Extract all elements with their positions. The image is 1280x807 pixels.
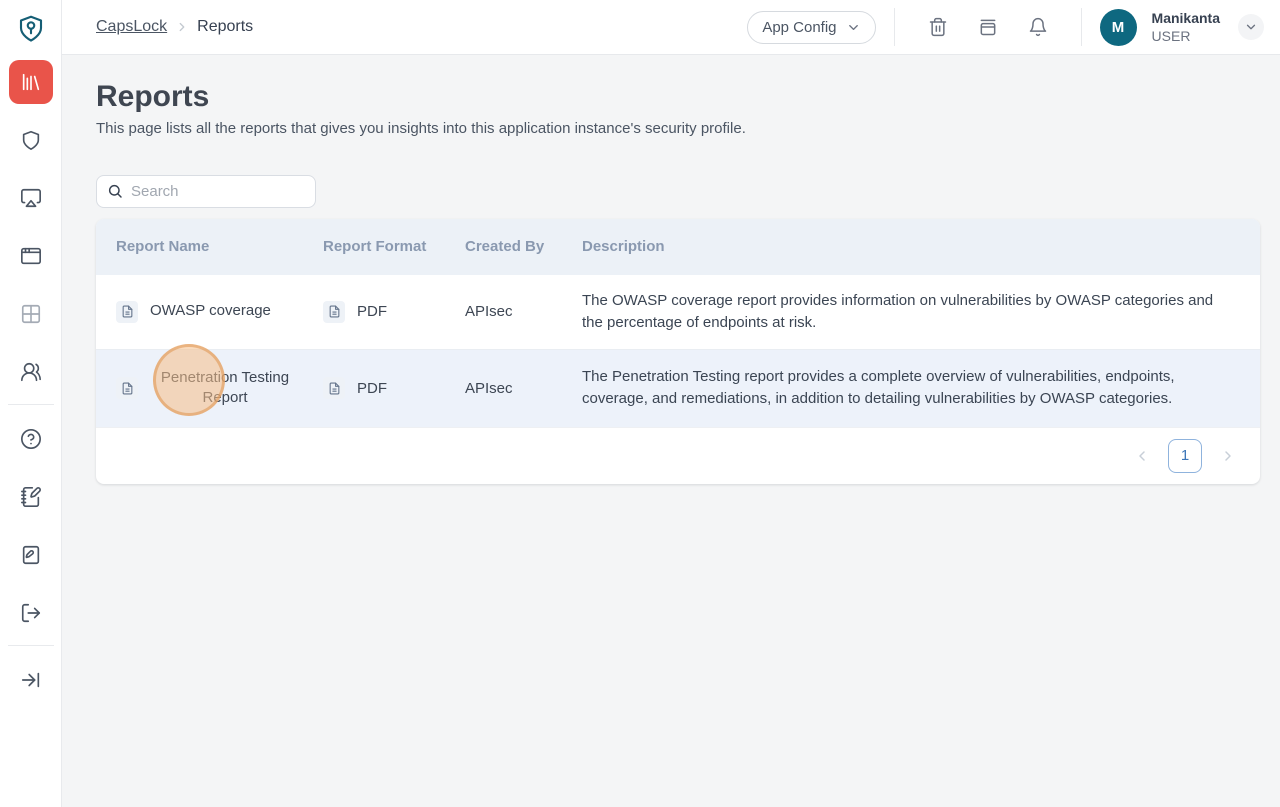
library-icon [20, 71, 42, 93]
app-config-button[interactable]: App Config [747, 11, 875, 44]
arrow-right-to-line-icon [20, 669, 42, 691]
file-icon [116, 377, 138, 399]
page-title: Reports [96, 80, 1260, 115]
sidebar [0, 0, 62, 807]
breadcrumb-current: Reports [197, 18, 253, 36]
table-row-owasp-coverage[interactable]: OWASP coverage PDF APIsec The OWASP cove… [96, 275, 1260, 349]
app-config-label: App Config [762, 19, 836, 36]
avatar-initial: M [1112, 19, 1125, 36]
sidebar-divider [8, 404, 54, 405]
report-name: OWASP coverage [150, 301, 271, 321]
user-info: Manikanta USER [1152, 9, 1220, 45]
chevron-down-icon [1244, 20, 1258, 34]
chevron-down-icon [846, 20, 861, 35]
breadcrumb-link-capslock[interactable]: CapsLock [96, 18, 167, 36]
pagination-page-1-button[interactable]: 1 [1168, 439, 1202, 473]
user-name: Manikanta [1152, 9, 1220, 27]
archive-button[interactable] [970, 9, 1006, 45]
archive-icon [978, 17, 998, 37]
sidebar-item-users[interactable] [9, 350, 53, 394]
screen-share-icon [20, 187, 42, 209]
chevron-left-icon [1134, 448, 1150, 464]
chevron-right-icon [1220, 448, 1236, 464]
file-icon [323, 301, 345, 323]
trash-icon [928, 17, 948, 37]
main-pane: CapsLock Reports App Config [62, 0, 1280, 807]
breadcrumb: CapsLock Reports [96, 18, 253, 36]
divider [1081, 8, 1082, 46]
sidebar-item-help[interactable] [9, 417, 53, 461]
grid-icon [20, 303, 42, 325]
report-format-cell: PDF [323, 365, 465, 411]
avatar[interactable]: M [1100, 9, 1137, 46]
sidebar-divider [8, 645, 54, 646]
report-format-cell: PDF [323, 289, 465, 335]
browser-window-icon [20, 245, 42, 267]
app-root: CapsLock Reports App Config [0, 0, 1280, 807]
pagination: 1 [96, 427, 1260, 484]
sidebar-item-reports[interactable] [9, 60, 53, 104]
topbar: CapsLock Reports App Config [62, 0, 1280, 55]
created-by: APIsec [465, 291, 582, 332]
report-description: The Penetration Testing report provides … [582, 354, 1240, 422]
app-logo [0, 0, 61, 55]
sidebar-item-docs[interactable] [9, 533, 53, 577]
logout-icon [20, 602, 42, 624]
column-header-created-by: Created By [465, 238, 582, 255]
sidebar-expand-toggle[interactable] [9, 658, 53, 702]
report-name-cell: OWASP coverage [116, 289, 323, 335]
notifications-button[interactable] [1020, 9, 1056, 45]
column-header-description: Description [582, 238, 1240, 255]
column-header-report-name: Report Name [116, 238, 323, 255]
table-row-penetration-testing[interactable]: Penetration Testing Report PDF APIsec Th… [96, 349, 1260, 427]
report-name-cell: Penetration Testing Report [116, 356, 323, 421]
shield-keyhole-logo-icon [16, 13, 46, 43]
pagination-prev-button[interactable] [1128, 442, 1156, 470]
file-pen-icon [20, 544, 42, 566]
notebook-pen-icon [20, 486, 42, 508]
sidebar-item-logout[interactable] [9, 591, 53, 635]
users-icon [20, 361, 42, 383]
user-role: USER [1152, 27, 1220, 45]
report-description: The OWASP coverage report provides infor… [582, 278, 1240, 346]
divider [894, 8, 895, 46]
pagination-next-button[interactable] [1214, 442, 1242, 470]
sidebar-item-dashboard[interactable] [9, 292, 53, 336]
bell-icon [1028, 17, 1048, 37]
sidebar-item-feedback[interactable] [9, 475, 53, 519]
reports-table: Report Name Report Format Created By Des… [96, 219, 1260, 484]
topbar-actions: App Config [747, 8, 1264, 46]
report-name: Penetration Testing Report [150, 368, 300, 409]
chevron-right-icon [175, 20, 189, 34]
file-icon [323, 377, 345, 399]
search-input[interactable] [131, 183, 330, 200]
search-box [96, 175, 316, 208]
sidebar-item-security[interactable] [9, 118, 53, 162]
delete-button[interactable] [920, 9, 956, 45]
sidebar-item-applications[interactable] [9, 234, 53, 278]
file-icon [116, 301, 138, 323]
content-area: Reports This page lists all the reports … [62, 55, 1280, 807]
column-header-report-format: Report Format [323, 238, 465, 255]
report-format: PDF [357, 380, 387, 397]
shield-icon [20, 129, 42, 151]
table-header-row: Report Name Report Format Created By Des… [96, 219, 1260, 275]
search-icon [107, 183, 123, 199]
help-circle-icon [20, 428, 42, 450]
page-subtitle: This page lists all the reports that giv… [96, 120, 1260, 137]
user-menu-toggle[interactable] [1238, 14, 1264, 40]
sidebar-item-monitoring[interactable] [9, 176, 53, 220]
created-by: APIsec [465, 368, 582, 409]
report-format: PDF [357, 303, 387, 320]
